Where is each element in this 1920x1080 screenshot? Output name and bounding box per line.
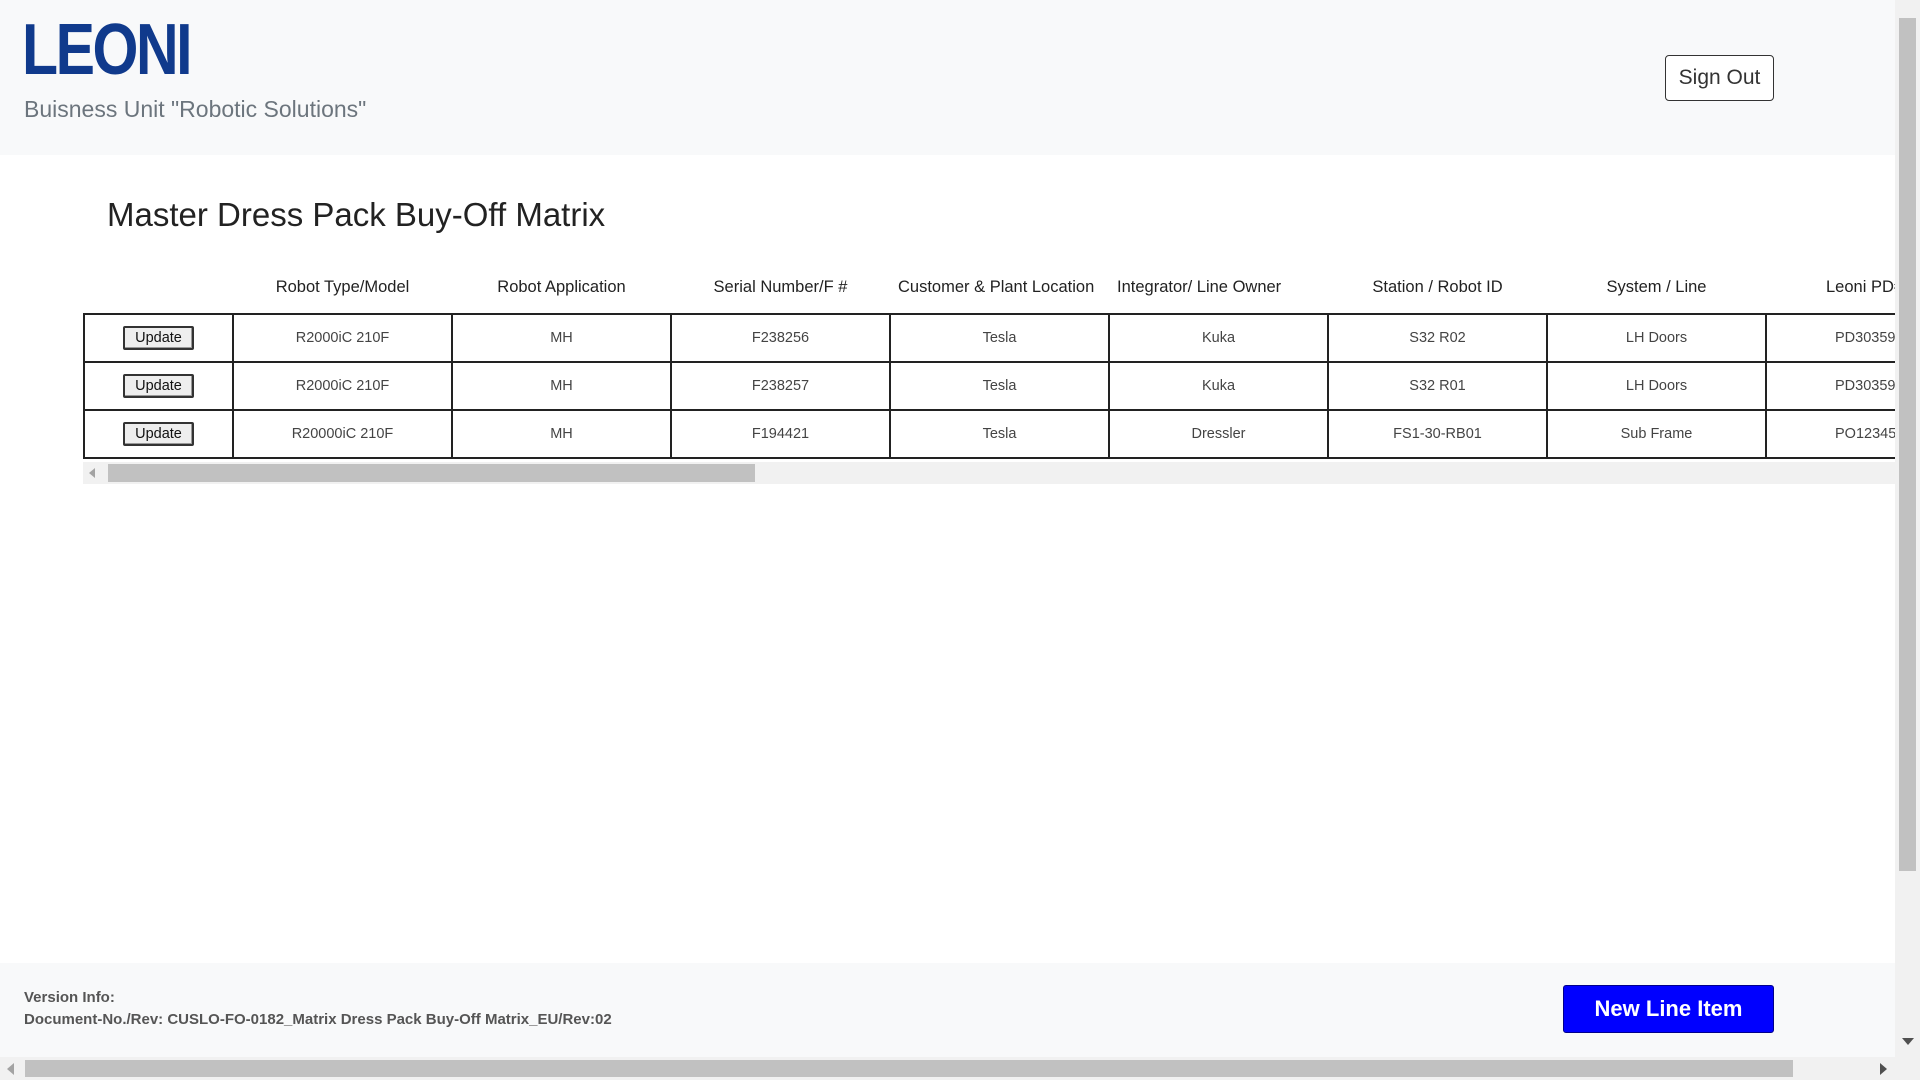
- cell-serial-number: F238257: [670, 361, 891, 411]
- table-row: Update R2000iC 210F MH F238257 Tesla Kuk…: [83, 361, 1895, 411]
- scroll-left-arrow-icon[interactable]: [89, 468, 95, 478]
- cell-robot-type: R2000iC 210F: [232, 361, 453, 411]
- cell-integrator: Kuka: [1108, 361, 1329, 411]
- header-cell-robot-application: Robot Application: [497, 277, 626, 296]
- header-cell-station-robot-id: Station / Robot ID: [1372, 277, 1503, 296]
- version-info-label: Version Info:: [24, 989, 115, 1006]
- sign-out-button[interactable]: Sign Out: [1665, 55, 1774, 101]
- update-button[interactable]: Update: [123, 326, 194, 350]
- page-vertical-scrollbar[interactable]: [1895, 0, 1920, 1057]
- header-cell-system-line: System / Line: [1606, 277, 1707, 296]
- cell-customer-location: Tesla: [889, 361, 1110, 411]
- new-line-item-button[interactable]: New Line Item: [1563, 985, 1774, 1033]
- cell-leoni-pd: PD30359-: [1765, 361, 1895, 411]
- footer: Version Info: Document-No./Rev: CUSLO-FO…: [0, 963, 1895, 1057]
- page-title: Master Dress Pack Buy-Off Matrix: [107, 196, 606, 233]
- cell-station-robot-id: FS1-30-RB01: [1327, 409, 1548, 459]
- header-cell-robot-type: Robot Type/Model: [275, 277, 410, 296]
- cell-serial-number: F238256: [670, 313, 891, 363]
- cell-station-robot-id: S32 R02: [1327, 313, 1548, 363]
- cell-system-line: LH Doors: [1546, 313, 1767, 363]
- scroll-left-arrow-icon[interactable]: [7, 1063, 14, 1075]
- header-cell-leoni-pd: Leoni PD#: [1826, 277, 1895, 296]
- table-horizontal-scrollbar[interactable]: [83, 462, 1895, 484]
- cell-robot-type: R2000iC 210F: [232, 313, 453, 363]
- document-number: Document-No./Rev: CUSLO-FO-0182_Matrix D…: [24, 1011, 612, 1028]
- header-cell-serial-number: Serial Number/F #: [713, 277, 848, 296]
- cell-robot-type: R20000iC 210F: [232, 409, 453, 459]
- table-row: Update R20000iC 210F MH F194421 Tesla Dr…: [83, 409, 1895, 459]
- cell-leoni-pd: PD30359-: [1765, 313, 1895, 363]
- header-cell-customer-location: Customer & Plant Location: [898, 277, 1095, 296]
- cell-customer-location: Tesla: [889, 313, 1110, 363]
- cell-system-line: LH Doors: [1546, 361, 1767, 411]
- cell-robot-application: MH: [451, 313, 672, 363]
- page-horizontal-scrollbar[interactable]: [0, 1057, 1920, 1080]
- table-row: Update R2000iC 210F MH F238256 Tesla Kuk…: [83, 313, 1895, 363]
- horizontal-scrollbar-thumb[interactable]: [25, 1060, 1793, 1077]
- matrix-table-viewport: Robot Type/Model Robot Application Seria…: [83, 260, 1895, 485]
- matrix-table: Robot Type/Model Robot Application Seria…: [83, 260, 1895, 459]
- table-scrollbar-thumb[interactable]: [108, 464, 755, 482]
- update-button[interactable]: Update: [123, 374, 194, 398]
- scroll-down-arrow-icon[interactable]: [1902, 1038, 1914, 1045]
- leoni-logo: LEONI: [22, 10, 193, 90]
- cell-serial-number: F194421: [670, 409, 891, 459]
- business-unit-subtitle: Buisness Unit "Robotic Solutions": [24, 96, 367, 122]
- header-cell-actions: [84, 260, 233, 314]
- cell-robot-application: MH: [451, 409, 672, 459]
- cell-leoni-pd: PO12345: [1765, 409, 1895, 459]
- header-cell-integrator: Integrator/ Line Owner: [1117, 277, 1282, 296]
- cell-system-line: Sub Frame: [1546, 409, 1767, 459]
- cell-integrator: Dressler: [1108, 409, 1329, 459]
- cell-customer-location: Tesla: [889, 409, 1110, 459]
- vertical-scrollbar-thumb[interactable]: [1899, 18, 1916, 871]
- cell-integrator: Kuka: [1108, 313, 1329, 363]
- header: LEONI Buisness Unit "Robotic Solutions" …: [0, 0, 1895, 155]
- scroll-right-arrow-icon[interactable]: [1880, 1063, 1887, 1075]
- cell-station-robot-id: S32 R01: [1327, 361, 1548, 411]
- update-cell: Update: [83, 361, 234, 411]
- update-cell: Update: [83, 409, 234, 459]
- update-button[interactable]: Update: [123, 422, 194, 446]
- update-cell: Update: [83, 313, 234, 363]
- table-header-row: Robot Type/Model Robot Application Seria…: [84, 260, 1895, 314]
- cell-robot-application: MH: [451, 361, 672, 411]
